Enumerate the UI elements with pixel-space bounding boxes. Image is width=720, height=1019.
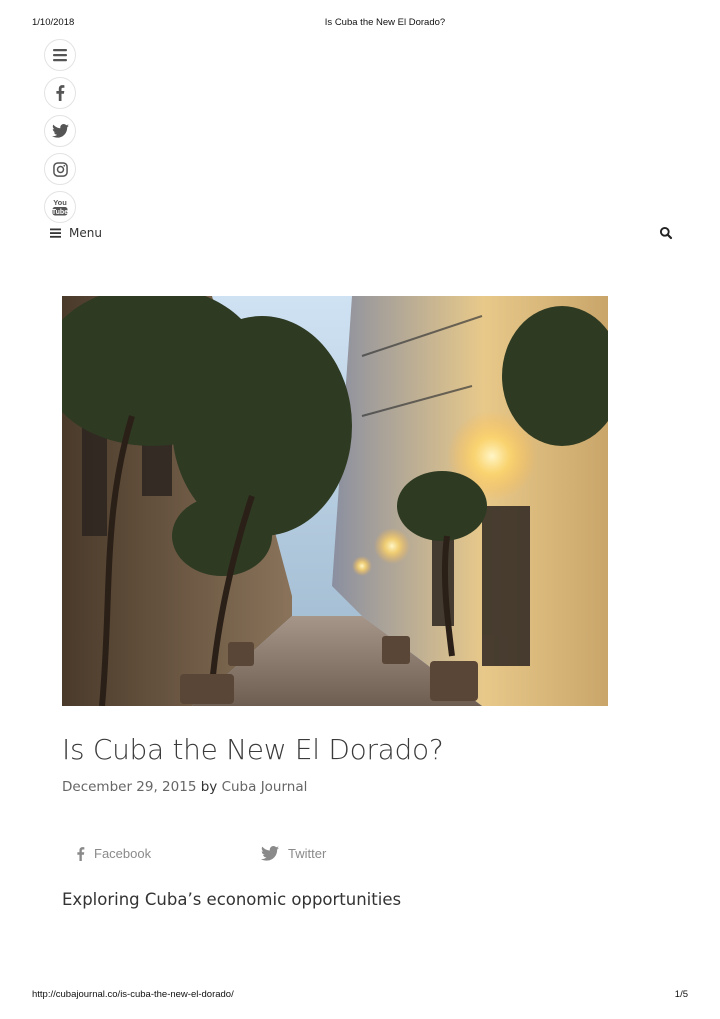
share-buttons: Facebook Twitter — [62, 846, 608, 870]
svg-text:Tube: Tube — [52, 209, 68, 216]
rail-youtube-button[interactable]: You Tube — [44, 191, 76, 223]
social-rail: You Tube — [44, 39, 78, 229]
search-button[interactable] — [659, 226, 673, 240]
post-intro: Exploring Cuba’s economic opportunities — [62, 890, 402, 909]
search-icon — [659, 226, 673, 240]
share-facebook-button[interactable]: Facebook — [76, 846, 151, 861]
hamburger-menu-icon — [53, 49, 67, 62]
post-by-label: by — [200, 779, 218, 795]
youtube-icon: You Tube — [52, 198, 68, 216]
menu-label: Menu — [69, 226, 102, 240]
post-date[interactable]: December 29, 2015 — [62, 779, 196, 795]
twitter-icon — [261, 846, 279, 861]
share-twitter-label: Twitter — [288, 846, 327, 861]
twitter-icon — [51, 124, 69, 138]
rail-twitter-button[interactable] — [44, 115, 76, 147]
hamburger-menu-icon — [50, 228, 61, 238]
post-author[interactable]: Cuba Journal — [222, 779, 308, 795]
print-header-title: Is Cuba the New El Dorado? — [324, 17, 446, 28]
svg-text:You: You — [53, 198, 67, 207]
menu-toggle[interactable]: Menu — [50, 226, 102, 240]
rail-facebook-button[interactable] — [44, 77, 76, 109]
facebook-icon — [77, 846, 85, 861]
rail-instagram-button[interactable] — [44, 153, 76, 185]
rail-menu-button[interactable] — [44, 39, 76, 71]
facebook-icon — [56, 85, 65, 101]
post-meta: December 29, 2015 by Cuba Journal — [62, 779, 307, 795]
share-twitter-button[interactable]: Twitter — [261, 846, 326, 861]
instagram-icon — [52, 161, 68, 177]
print-footer-page-number: 1/5 — [674, 989, 688, 1000]
share-facebook-label: Facebook — [94, 846, 152, 861]
print-footer-url: http://cubajournal.co/is-cuba-the-new-el… — [32, 989, 234, 1000]
post-title: Is Cuba the New El Dorado? — [62, 733, 444, 766]
featured-image — [62, 296, 608, 706]
